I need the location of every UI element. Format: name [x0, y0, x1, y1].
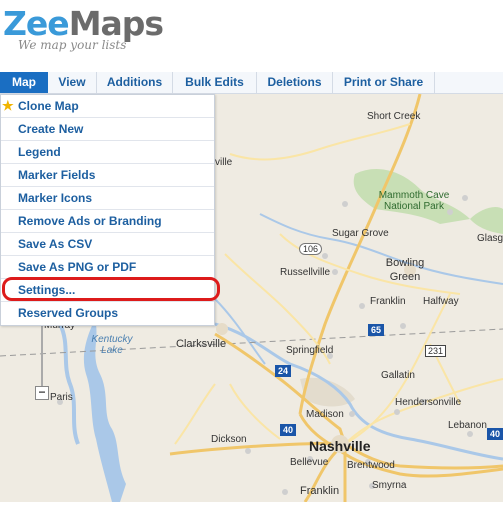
place-hendersonville: Hendersonville	[395, 397, 462, 408]
highway-231: 231	[425, 345, 447, 357]
place-short-creek: Short Creek	[367, 111, 421, 122]
place-nashville: Nashville	[309, 438, 371, 454]
tab-additions[interactable]: Additions	[97, 72, 173, 93]
place-sugar-grove: Sugar Grove	[332, 228, 389, 239]
place-glasgow: Glasgow	[477, 233, 503, 244]
place-paris: Paris	[50, 392, 73, 403]
highway-106: 106	[299, 243, 323, 255]
menu-item-marker-icons[interactable]: Marker Icons	[1, 187, 214, 210]
place-halfway: Halfway	[423, 296, 459, 307]
highway-65: 65	[368, 324, 385, 336]
place-kentucky-lake: Kentucky Lake	[91, 334, 133, 356]
menu-item-create-new[interactable]: Create New	[1, 118, 214, 141]
menu-item-clone-map[interactable]: ★ Clone Map	[1, 95, 214, 118]
menu-item-label: Clone Map	[18, 99, 79, 113]
tab-view[interactable]: View	[48, 72, 97, 93]
place-gallatin: Gallatin	[381, 370, 415, 381]
place-franklin-tn: Franklin	[300, 485, 340, 497]
place-bellevue: Bellevue	[290, 457, 329, 468]
highway-40-west: 40	[280, 424, 297, 436]
place-smyrna: Smyrna	[372, 480, 407, 491]
menu-item-remove-ads[interactable]: Remove Ads or Branding	[1, 210, 214, 233]
place-springfield: Springfield	[286, 345, 334, 356]
place-madison: Madison	[306, 409, 344, 420]
star-icon: ★	[2, 98, 14, 113]
place-partial-ville: ville	[215, 157, 233, 168]
place-clarksville: Clarksville	[176, 338, 227, 350]
place-dickson: Dickson	[211, 434, 247, 445]
menu-item-save-png-pdf[interactable]: Save As PNG or PDF	[1, 256, 214, 279]
tab-bulk-edits[interactable]: Bulk Edits	[173, 72, 257, 93]
place-franklin-ky: Franklin	[370, 296, 406, 307]
menu-item-save-csv[interactable]: Save As CSV	[1, 233, 214, 256]
menu-item-marker-fields[interactable]: Marker Fields	[1, 164, 214, 187]
place-bowling-green: Bowling Green	[385, 257, 425, 283]
place-mammoth-cave: Mammoth Cave National Park	[378, 190, 450, 212]
place-russellville: Russellville	[280, 267, 331, 278]
settings-highlight-ring	[2, 277, 220, 301]
highway-40-east: 40	[487, 428, 503, 440]
tab-map[interactable]: Map	[0, 72, 48, 93]
place-brentwood: Brentwood	[347, 460, 395, 471]
tagline: We map your lists	[18, 38, 127, 52]
menu-item-legend[interactable]: Legend	[1, 141, 214, 164]
zoom-out-button[interactable]: −	[35, 386, 49, 400]
menu-bar: Map View Additions Bulk Edits Deletions …	[0, 72, 503, 94]
highway-24: 24	[275, 365, 292, 377]
tab-print-or-share[interactable]: Print or Share	[333, 72, 435, 93]
place-lebanon: Lebanon	[448, 420, 487, 431]
tab-deletions[interactable]: Deletions	[257, 72, 333, 93]
menu-item-reserved-groups[interactable]: Reserved Groups	[1, 302, 214, 325]
header: ZeeMaps We map your lists	[0, 0, 503, 72]
